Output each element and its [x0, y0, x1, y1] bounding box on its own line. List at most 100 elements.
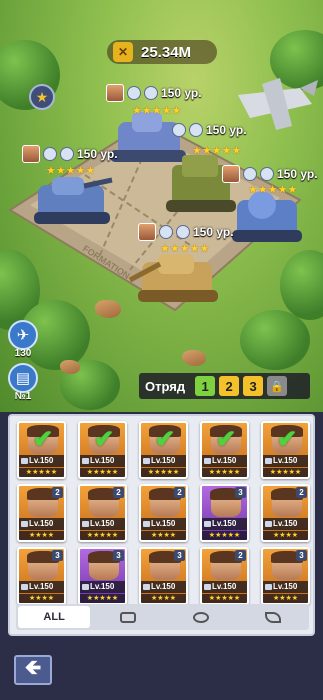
hero-level-bar: Lv.150: [202, 581, 247, 593]
unit-level: 150 ур.: [277, 167, 318, 181]
hero-card[interactable]: ✔ Lv.150 ★★★★★: [78, 421, 127, 479]
hero-level-bar: Lv.150: [80, 581, 125, 593]
unit-level: 150 ур.: [161, 86, 202, 100]
hero-card[interactable]: 3 Lv.150 ★★★★★: [78, 547, 127, 605]
hero-level-bar: Lv.150: [202, 518, 247, 530]
hero-card[interactable]: ✔ Lv.150 ★★★★★: [261, 421, 310, 479]
unit-tag-left: 150 ур.: [22, 145, 118, 163]
hero-card[interactable]: ✔ Lv.150 ★★★★★: [139, 421, 188, 479]
back-arrow-icon: 🡸: [24, 657, 42, 679]
class-icon: [21, 458, 28, 464]
hero-stars: ★★★★★: [202, 594, 247, 603]
hero-count-badge: 2: [52, 487, 63, 498]
squad-2-button[interactable]: 2: [219, 376, 240, 396]
formation-label: FORMATION: [81, 243, 132, 281]
class-icon: [82, 521, 89, 527]
hero-level: Lv.150: [212, 582, 237, 591]
hero-level-bar: Lv.150: [263, 455, 308, 467]
hero-card[interactable]: 2 Lv.150 ★★★★★: [200, 547, 249, 605]
filter-bar: ALL: [16, 604, 309, 630]
hero-card[interactable]: 2 Lv.150 ★★★★: [139, 484, 188, 542]
shield-icon: [144, 86, 158, 100]
squad-label: Отряд: [145, 378, 186, 394]
airplane-count: 130: [14, 348, 32, 359]
hero-level-bar: Lv.150: [80, 455, 125, 467]
class-icon: [204, 584, 211, 590]
hero-card[interactable]: 2 Lv.150 ★★★★: [17, 484, 66, 542]
crossed-swords-icon: ✕: [113, 42, 133, 62]
hero-level-bar: Lv.150: [202, 455, 247, 467]
hero-level-bar: Lv.150: [141, 455, 186, 467]
hero-card[interactable]: 3 Lv.150 ★★★★: [139, 547, 188, 605]
airplane-button[interactable]: ✈: [8, 320, 38, 350]
hero-level-bar: Lv.150: [141, 581, 186, 593]
hero-card[interactable]: 3 Lv.150 ★★★★: [261, 547, 310, 605]
shield-icon: [176, 225, 190, 239]
roster-grid: ✔ Lv.150 ★★★★★ ✔ Lv.150 ★★★★★ ✔ Lv.150 ★★★★★ ✔ Lv.…: [17, 421, 310, 605]
filter-artillery-tab[interactable]: [165, 604, 237, 630]
class-icon: [204, 521, 211, 527]
selected-check-icon: ✔: [93, 426, 115, 453]
hero-level: Lv.150: [90, 582, 115, 591]
hero-stars: ★★★★: [263, 594, 308, 603]
hero-stars: ★★★★: [19, 531, 64, 540]
formation-text: FORMATION: [81, 243, 132, 281]
aircraft[interactable]: [238, 78, 318, 130]
hero-level: Lv.150: [151, 456, 176, 465]
hero-stars: ★★★★★: [80, 531, 125, 540]
ranking-book-icon: ▤: [15, 370, 31, 387]
hero-card[interactable]: ✔ Lv.150 ★★★★★: [200, 421, 249, 479]
rank-badge-icon[interactable]: ★: [29, 84, 55, 110]
bottom-bar: 🡸: [0, 644, 323, 700]
power-display: ✕ 25.34M: [107, 40, 217, 64]
hero-stars: ★★★★★: [80, 594, 125, 603]
filter-all-tab[interactable]: ALL: [18, 606, 91, 628]
commander-portrait: [106, 84, 124, 102]
selected-check-icon: ✔: [276, 426, 298, 453]
commander-portrait: [222, 165, 240, 183]
hero-card[interactable]: 2 Lv.150 ★★★★★: [78, 484, 127, 542]
lock-icon[interactable]: 🔒: [267, 376, 288, 396]
selected-check-icon: ✔: [215, 426, 237, 453]
tank-top[interactable]: [110, 112, 186, 162]
shield-icon: [260, 167, 274, 181]
unit-stars: ★★★★★: [160, 243, 210, 255]
unit-stars: ★★★★★: [192, 145, 242, 157]
hero-level: Lv.150: [212, 519, 237, 528]
hero-level: Lv.150: [29, 582, 54, 591]
class-icon: [265, 458, 272, 464]
roster-panel: ✔ Lv.150 ★★★★★ ✔ Lv.150 ★★★★★ ✔ Lv.150 ★★★★★ ✔ Lv.…: [8, 414, 315, 636]
hero-level: Lv.150: [29, 519, 54, 528]
tank-left[interactable]: [34, 177, 113, 224]
ranking-button[interactable]: ▤: [8, 363, 38, 393]
unit-stars: ★★★★★: [132, 105, 182, 117]
class-icon: [143, 458, 150, 464]
hero-card[interactable]: 3 Lv.150 ★★★★: [17, 547, 66, 605]
hero-level: Lv.150: [273, 456, 298, 465]
hero-card[interactable]: 3 Lv.150 ★★★★★: [200, 484, 249, 542]
hero-card[interactable]: ✔ Lv.150 ★★★★★: [17, 421, 66, 479]
class-icon: [172, 123, 186, 137]
back-button[interactable]: 🡸: [14, 655, 52, 685]
hero-card[interactable]: 2 Lv.150 ★★★★: [261, 484, 310, 542]
hero-stars: ★★★★: [19, 594, 64, 603]
hero-stars: ★★★★★: [263, 468, 308, 477]
class-icon: [21, 584, 28, 590]
filter-tank-tab[interactable]: [92, 604, 164, 630]
ranking-label: №1: [14, 391, 32, 402]
hero-level-bar: Lv.150: [19, 455, 64, 467]
battlefield: ✕ 25.34M ★ 150 ур. ★★★★★ 150 ур. ★★★★★ 1…: [0, 0, 323, 412]
unit-level: 150 ур.: [206, 123, 247, 137]
squad-1-button[interactable]: 1: [195, 376, 216, 396]
hero-count-badge: 3: [296, 550, 307, 561]
filter-aircraft-tab[interactable]: [237, 604, 309, 630]
hero-count-badge: 3: [113, 550, 124, 561]
squad-3-button[interactable]: 3: [243, 376, 264, 396]
shield-icon: [189, 123, 203, 137]
unit-tag-top: 150 ур.: [106, 84, 202, 102]
hero-count-badge: 3: [52, 550, 63, 561]
unit-stars: ★★★★★: [46, 165, 96, 177]
hero-level: Lv.150: [151, 582, 176, 591]
hero-level: Lv.150: [90, 519, 115, 528]
hero-stars: ★★★★: [263, 531, 308, 540]
